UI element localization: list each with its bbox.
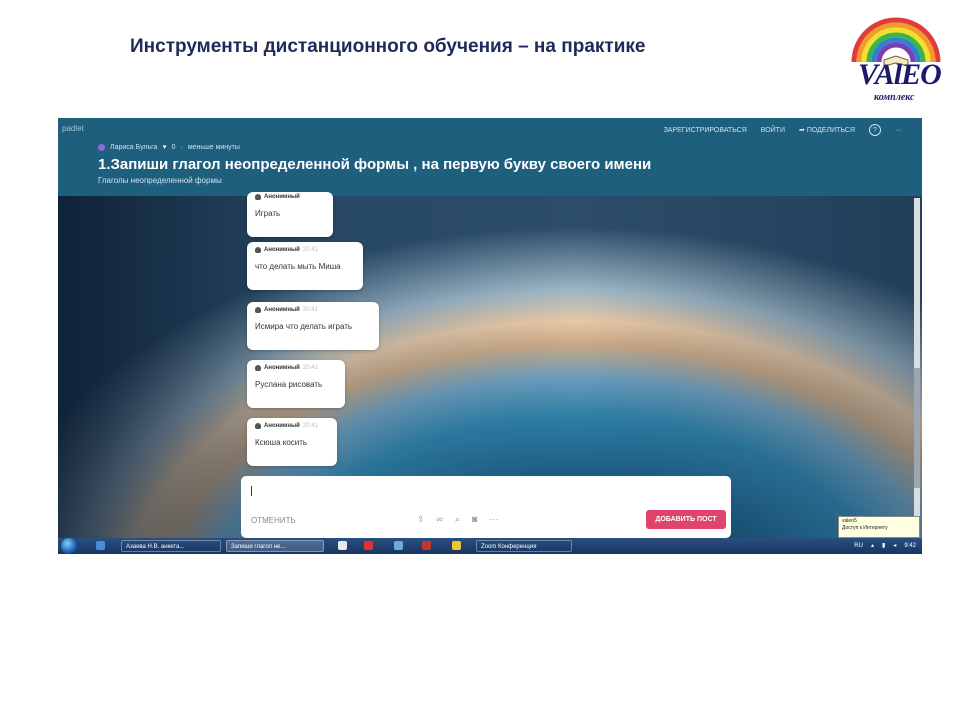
slide-title: Инструменты дистанционного обучения – на… bbox=[130, 36, 646, 57]
user-icon bbox=[255, 247, 261, 253]
post-author: Анонимный 20:41 bbox=[255, 247, 355, 253]
camera-icon[interactable]: ◙ bbox=[472, 514, 477, 525]
register-link[interactable]: зарегистрироваться bbox=[664, 127, 747, 134]
more-icon[interactable]: ··· bbox=[895, 127, 902, 134]
link-icon[interactable]: ∞ bbox=[437, 514, 443, 525]
scrollbar-thumb[interactable] bbox=[914, 368, 920, 488]
post-author: Анонимный bbox=[255, 194, 325, 200]
tooltip-status: Доступ к Интернету bbox=[842, 525, 888, 531]
post-text: Играть bbox=[255, 209, 281, 218]
upload-icon[interactable]: ⇪ bbox=[417, 514, 425, 525]
tray-arrow-icon[interactable]: ▴ bbox=[871, 540, 874, 552]
post-author: Анонимный 20:41 bbox=[255, 365, 337, 371]
separator: · bbox=[180, 144, 183, 151]
app-icon[interactable] bbox=[452, 541, 461, 550]
post-card[interactable]: Анонимный 20:41 Исмира что делать играть bbox=[247, 302, 379, 350]
board-title: 1.Запиши глагол неопределенной формы , н… bbox=[98, 156, 652, 173]
taskbar-item-browser[interactable]: Запиши глагол не... bbox=[226, 540, 324, 552]
post-text: что делать мыть Миша bbox=[255, 262, 341, 271]
post-time: 20:41 bbox=[302, 247, 318, 253]
post-text: Исмира что делать играть bbox=[255, 322, 353, 331]
padlet-header: padlet зарегистрироваться войти ➦ подели… bbox=[58, 118, 922, 196]
avatar bbox=[98, 144, 105, 151]
desktop-icon[interactable] bbox=[96, 541, 105, 550]
text-caret bbox=[251, 486, 252, 496]
taskbar-item-word[interactable]: Азаева Н.В. анкета... bbox=[121, 540, 221, 552]
post-author: Анонимный 20:41 bbox=[255, 423, 329, 429]
share-label: поделиться bbox=[806, 127, 855, 134]
post-author: Анонимный 20:41 bbox=[255, 307, 371, 313]
cancel-button[interactable]: отменить bbox=[251, 516, 296, 525]
more-icon[interactable]: ··· bbox=[489, 514, 498, 525]
padlet-logo[interactable]: padlet bbox=[62, 124, 84, 133]
post-text: Ксюша косить bbox=[255, 438, 308, 447]
windows-taskbar: Азаева Н.В. анкета... Запиши глагол не..… bbox=[58, 538, 922, 554]
tooltip-network: valeo5 bbox=[842, 518, 857, 524]
scrollbar[interactable] bbox=[914, 198, 920, 540]
logo-subtext: комплекс bbox=[874, 92, 915, 103]
user-icon bbox=[255, 194, 261, 200]
volume-icon[interactable]: ◂ bbox=[893, 540, 896, 552]
start-button[interactable] bbox=[61, 538, 77, 554]
user-icon bbox=[255, 365, 261, 371]
post-card[interactable]: Анонимный Играть bbox=[247, 192, 333, 237]
network-tooltip: valeo5 Доступ к Интернету bbox=[838, 516, 920, 538]
user-icon bbox=[255, 423, 261, 429]
clock[interactable]: 9:42 bbox=[904, 540, 916, 552]
composer-tools: ⇪ ∞ ⌕ ◙ ··· bbox=[417, 514, 498, 525]
padlet-screenshot: padlet зарегистрироваться войти ➦ подели… bbox=[58, 118, 922, 554]
board-author[interactable]: Лариса Бульга bbox=[110, 144, 157, 151]
valeo-logo: VAlEO комплекс bbox=[846, 12, 946, 104]
board-subtitle: Глаголы неопределенной формы bbox=[98, 176, 222, 185]
app-icon[interactable] bbox=[394, 541, 403, 550]
post-card[interactable]: Анонимный 20:41 что делать мыть Миша bbox=[247, 242, 363, 290]
board-meta: Лариса Бульга ♥ 0 · меньше минуты bbox=[98, 144, 240, 151]
user-icon bbox=[255, 307, 261, 313]
board-time: меньше минуты bbox=[187, 144, 240, 151]
post-time: 20:41 bbox=[302, 423, 318, 429]
logo-text: VAlEO bbox=[858, 58, 942, 91]
post-card[interactable]: Анонимный 20:41 Ксюша косить bbox=[247, 418, 337, 466]
post-time: 20:41 bbox=[302, 365, 318, 371]
network-icon[interactable]: ▮ bbox=[882, 540, 885, 552]
post-time: 20:41 bbox=[302, 307, 318, 313]
like-count: 0 bbox=[171, 144, 176, 151]
login-link[interactable]: войти bbox=[761, 127, 785, 134]
heart-icon: ♥ bbox=[162, 144, 167, 151]
post-composer[interactable]: отменить ⇪ ∞ ⌕ ◙ ··· ДОБАВИТЬ ПОСТ bbox=[241, 476, 731, 538]
app-icon[interactable] bbox=[338, 541, 347, 550]
search-icon[interactable]: ⌕ bbox=[455, 514, 460, 525]
post-text: Руслана рисовать bbox=[255, 380, 323, 389]
post-card[interactable]: Анонимный 20:41 Руслана рисовать bbox=[247, 360, 345, 408]
app-icon[interactable] bbox=[364, 541, 373, 550]
header-nav: зарегистрироваться войти ➦ поделиться ? … bbox=[664, 124, 902, 136]
share-button[interactable]: ➦ поделиться bbox=[799, 126, 855, 134]
app-icon[interactable] bbox=[422, 541, 431, 550]
help-icon[interactable]: ? bbox=[869, 124, 881, 136]
system-tray: RU ▴ ▮ ◂ 9:42 bbox=[854, 540, 916, 552]
language-indicator[interactable]: RU bbox=[854, 540, 863, 552]
taskbar-item-zoom[interactable]: Zoom Конференция bbox=[476, 540, 572, 552]
add-post-button[interactable]: ДОБАВИТЬ ПОСТ bbox=[646, 510, 726, 529]
